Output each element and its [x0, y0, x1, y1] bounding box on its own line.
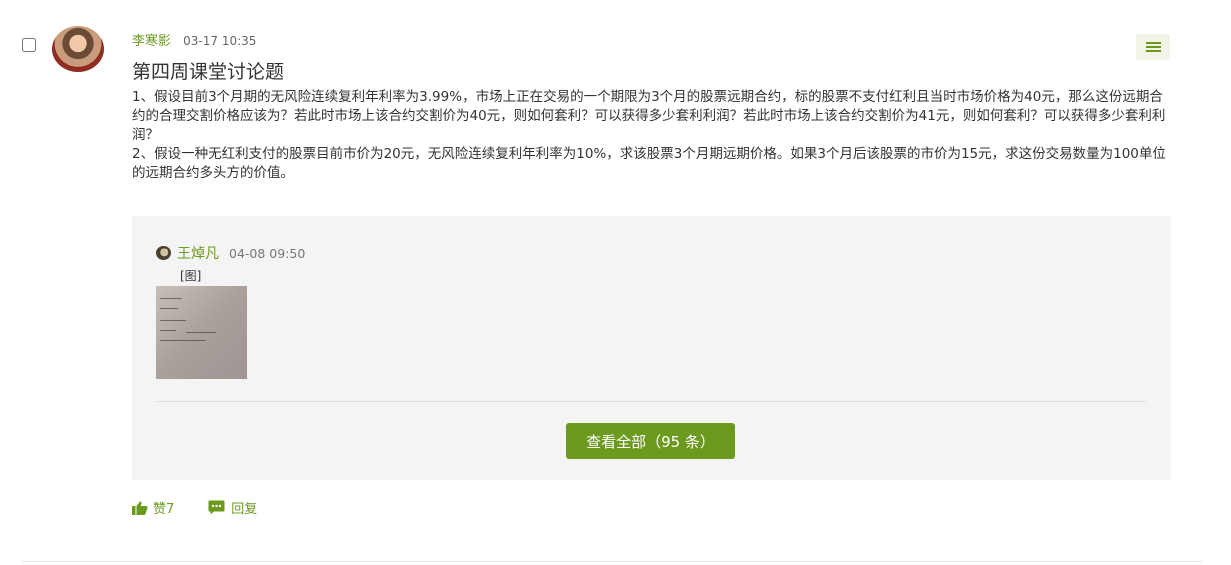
reply-divider	[156, 401, 1146, 402]
post-meta: 李寒影 03-17 10:35	[132, 32, 1172, 51]
view-all-replies-button[interactable]: 查看全部（95 条）	[566, 423, 735, 459]
image-scribble	[160, 330, 176, 331]
reply-time: 04-08 09:50	[229, 245, 306, 261]
reply-author[interactable]: 王焯凡	[177, 243, 219, 263]
image-scribble	[186, 332, 216, 333]
avatar[interactable]	[52, 26, 104, 72]
reply-button[interactable]: 回复	[208, 498, 257, 517]
post-time: 03-17 10:35	[183, 34, 257, 48]
post-body-paragraph: 1、假设目前3个月期的无风险连续复利年利率为3.99%，市场上正在交易的一个期限…	[132, 89, 1166, 143]
post-select-checkbox[interactable]	[22, 38, 36, 52]
post-divider	[22, 561, 1202, 562]
image-scribble	[160, 298, 182, 299]
post: 李寒影 03-17 10:35 第四周课堂讨论题 1、假设目前3个月期的无风险连…	[132, 32, 1172, 183]
post-body: 1、假设目前3个月期的无风险连续复利年利率为3.99%，市场上正在交易的一个期限…	[132, 88, 1172, 183]
post-actions: 赞7 回复	[132, 498, 291, 517]
post-body-paragraph: 2、假设一种无红利支付的股票目前市价为20元，无风险连续复利年利率为10%，求该…	[132, 146, 1166, 181]
post-title: 第四周课堂讨论题	[132, 61, 285, 83]
post-author[interactable]: 李寒影	[132, 34, 171, 49]
image-scribble	[160, 340, 206, 341]
like-label: 赞7	[153, 502, 175, 517]
reply-image-thumbnail[interactable]	[156, 286, 247, 379]
like-button[interactable]: 赞7	[132, 498, 174, 517]
reply-box: 王焯凡 04-08 09:50 [图] 查看全部（95 条）	[132, 216, 1171, 480]
image-scribble	[160, 308, 178, 309]
image-scribble	[160, 320, 186, 321]
reply-header: 王焯凡 04-08 09:50	[156, 243, 305, 263]
thumbs-up-icon	[132, 501, 148, 515]
reply-avatar[interactable]	[156, 246, 171, 260]
chat-bubble-icon	[208, 500, 225, 515]
reply-text: [图]	[180, 269, 202, 283]
reply-label: 回复	[231, 502, 258, 517]
